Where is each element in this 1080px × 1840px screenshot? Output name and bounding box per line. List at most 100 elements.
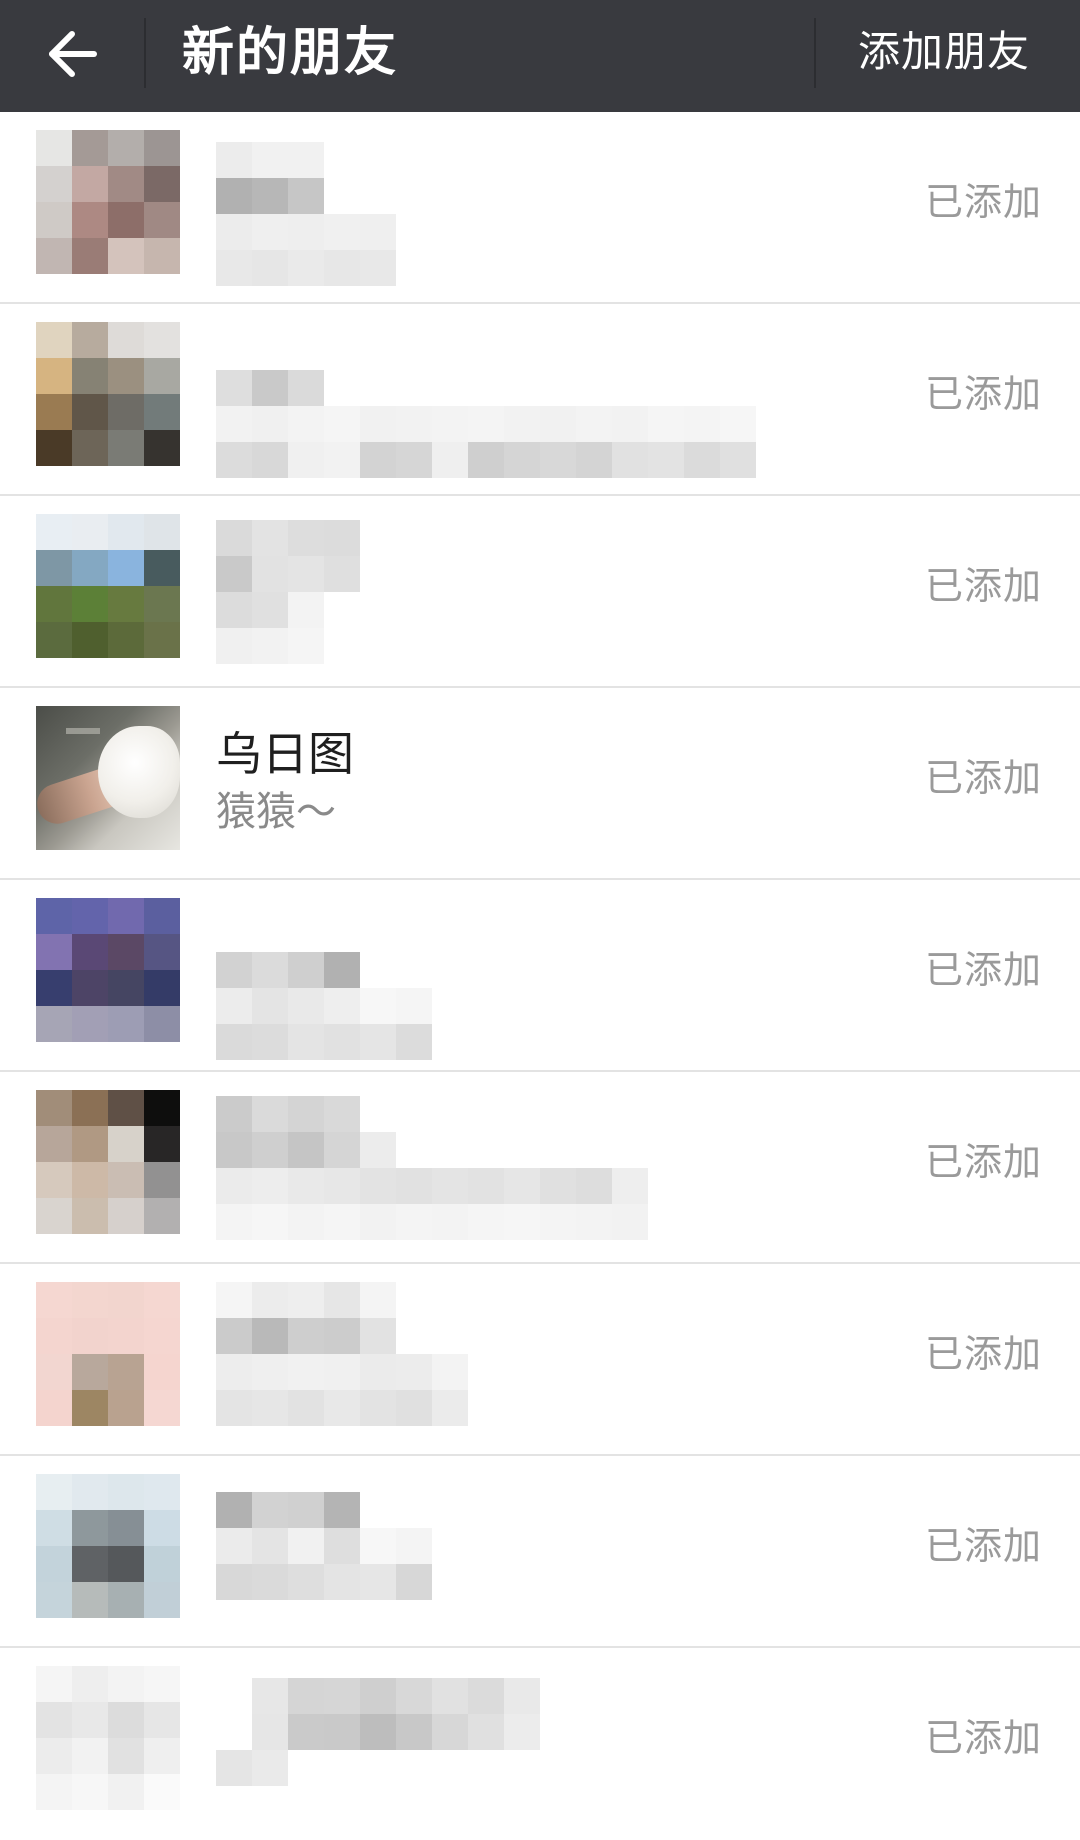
avatar-pixel bbox=[108, 358, 144, 394]
friend-name: 乌日图 bbox=[216, 727, 354, 781]
mosaic-block bbox=[252, 1318, 288, 1354]
avatar[interactable] bbox=[36, 322, 180, 466]
avatar-pixel bbox=[144, 1198, 180, 1234]
friend-row[interactable]: 已添加 bbox=[0, 1072, 1080, 1264]
mosaic-block bbox=[288, 370, 324, 406]
mosaic-block bbox=[288, 1096, 324, 1132]
friend-row[interactable]: 已添加 bbox=[0, 880, 1080, 1072]
avatar-pixel bbox=[108, 1390, 144, 1426]
avatar-pixel bbox=[108, 322, 144, 358]
avatar-pixel bbox=[72, 1474, 108, 1510]
mosaic-block bbox=[360, 442, 396, 478]
mosaic-block bbox=[252, 1024, 288, 1060]
avatar[interactable] bbox=[36, 706, 180, 850]
mosaic-block bbox=[432, 1714, 468, 1750]
avatar-pixel bbox=[108, 238, 144, 274]
mosaic-block bbox=[288, 1678, 324, 1714]
avatar-pixel bbox=[72, 1126, 108, 1162]
mosaic-block bbox=[252, 1168, 288, 1204]
avatar-pixel bbox=[36, 1006, 72, 1042]
mosaic-block bbox=[432, 1204, 468, 1240]
friend-row[interactable]: 已添加 bbox=[0, 1456, 1080, 1648]
avatar-pixel bbox=[72, 166, 108, 202]
avatar-pixel bbox=[36, 1162, 72, 1198]
mosaic-block bbox=[216, 628, 252, 664]
friend-row[interactable]: 乌日图 猿猿～ 已添加 bbox=[0, 688, 1080, 880]
avatar-pixel bbox=[72, 1510, 108, 1546]
mosaic-block bbox=[288, 1282, 324, 1318]
avatar-pixel bbox=[108, 1546, 144, 1582]
mosaic-block bbox=[468, 1714, 504, 1750]
mosaic-block bbox=[396, 1204, 432, 1240]
back-button[interactable] bbox=[0, 0, 145, 123]
mosaic-block bbox=[216, 1204, 252, 1240]
mosaic-block bbox=[252, 142, 288, 178]
avatar[interactable] bbox=[36, 1474, 180, 1618]
mosaic-block bbox=[216, 250, 252, 286]
friend-row[interactable]: 已添加 bbox=[0, 1648, 1080, 1840]
added-status: 已添加 bbox=[924, 948, 1042, 992]
friend-row[interactable]: 已添加 bbox=[0, 304, 1080, 496]
avatar[interactable] bbox=[36, 898, 180, 1042]
avatar[interactable] bbox=[36, 1282, 180, 1426]
avatar-pixel bbox=[72, 1390, 108, 1426]
friend-row[interactable]: 已添加 bbox=[0, 1264, 1080, 1456]
mosaic-block bbox=[216, 556, 252, 592]
avatar-pixel bbox=[144, 970, 180, 1006]
mosaic-block bbox=[216, 370, 252, 406]
avatar-pixel bbox=[36, 394, 72, 430]
friend-info-redacted bbox=[216, 496, 776, 686]
mosaic-block bbox=[216, 988, 252, 1024]
avatar-pixel bbox=[36, 1666, 72, 1702]
mosaic-block bbox=[432, 1168, 468, 1204]
mosaic-block bbox=[396, 1354, 432, 1390]
redacted-text bbox=[216, 556, 360, 592]
redacted-text bbox=[216, 628, 324, 664]
mosaic-block bbox=[216, 1492, 252, 1528]
avatar-pixel bbox=[108, 1474, 144, 1510]
mosaic-block bbox=[288, 1024, 324, 1060]
mosaic-block bbox=[396, 1528, 432, 1564]
redacted-text bbox=[216, 178, 324, 214]
avatar[interactable] bbox=[36, 1090, 180, 1234]
avatar-pixel bbox=[72, 586, 108, 622]
mosaic-block bbox=[252, 1564, 288, 1600]
friend-info-redacted bbox=[216, 1456, 776, 1646]
redacted-text bbox=[216, 1024, 432, 1060]
avatar-pixel bbox=[36, 1126, 72, 1162]
mosaic-block bbox=[324, 1678, 360, 1714]
avatar-pixel bbox=[108, 1666, 144, 1702]
avatar-pixel bbox=[144, 202, 180, 238]
mosaic-block bbox=[252, 370, 288, 406]
added-status: 已添加 bbox=[924, 1332, 1042, 1376]
mosaic-block bbox=[432, 442, 468, 478]
avatar-pixel bbox=[108, 430, 144, 466]
friend-info-redacted bbox=[216, 1648, 776, 1838]
avatar-pixel bbox=[108, 130, 144, 166]
avatar[interactable] bbox=[36, 130, 180, 274]
back-arrow-icon bbox=[49, 31, 97, 77]
avatar-pixel bbox=[108, 1738, 144, 1774]
mosaic-block bbox=[324, 1714, 360, 1750]
avatar-pixel bbox=[144, 586, 180, 622]
avatar-pixel bbox=[144, 1582, 180, 1618]
mosaic-block bbox=[324, 520, 360, 556]
mosaic-block bbox=[396, 1714, 432, 1750]
mosaic-block bbox=[288, 952, 324, 988]
add-friend-button[interactable]: 添加朋友 bbox=[816, 0, 1080, 105]
mosaic-block bbox=[288, 556, 324, 592]
avatar[interactable] bbox=[36, 1666, 180, 1810]
mosaic-block bbox=[504, 1714, 540, 1750]
friend-row[interactable]: 已添加 bbox=[0, 496, 1080, 688]
added-status: 已添加 bbox=[924, 564, 1042, 608]
mosaic-block bbox=[252, 1354, 288, 1390]
friend-row[interactable]: 已添加 bbox=[0, 112, 1080, 304]
avatar[interactable] bbox=[36, 514, 180, 658]
redacted-text bbox=[216, 370, 324, 406]
avatar-pixel bbox=[108, 1090, 144, 1126]
avatar-pixel bbox=[72, 130, 108, 166]
mosaic-block bbox=[288, 1204, 324, 1240]
avatar-pixel bbox=[144, 358, 180, 394]
avatar-pixel bbox=[144, 898, 180, 934]
mosaic-block bbox=[468, 1678, 504, 1714]
